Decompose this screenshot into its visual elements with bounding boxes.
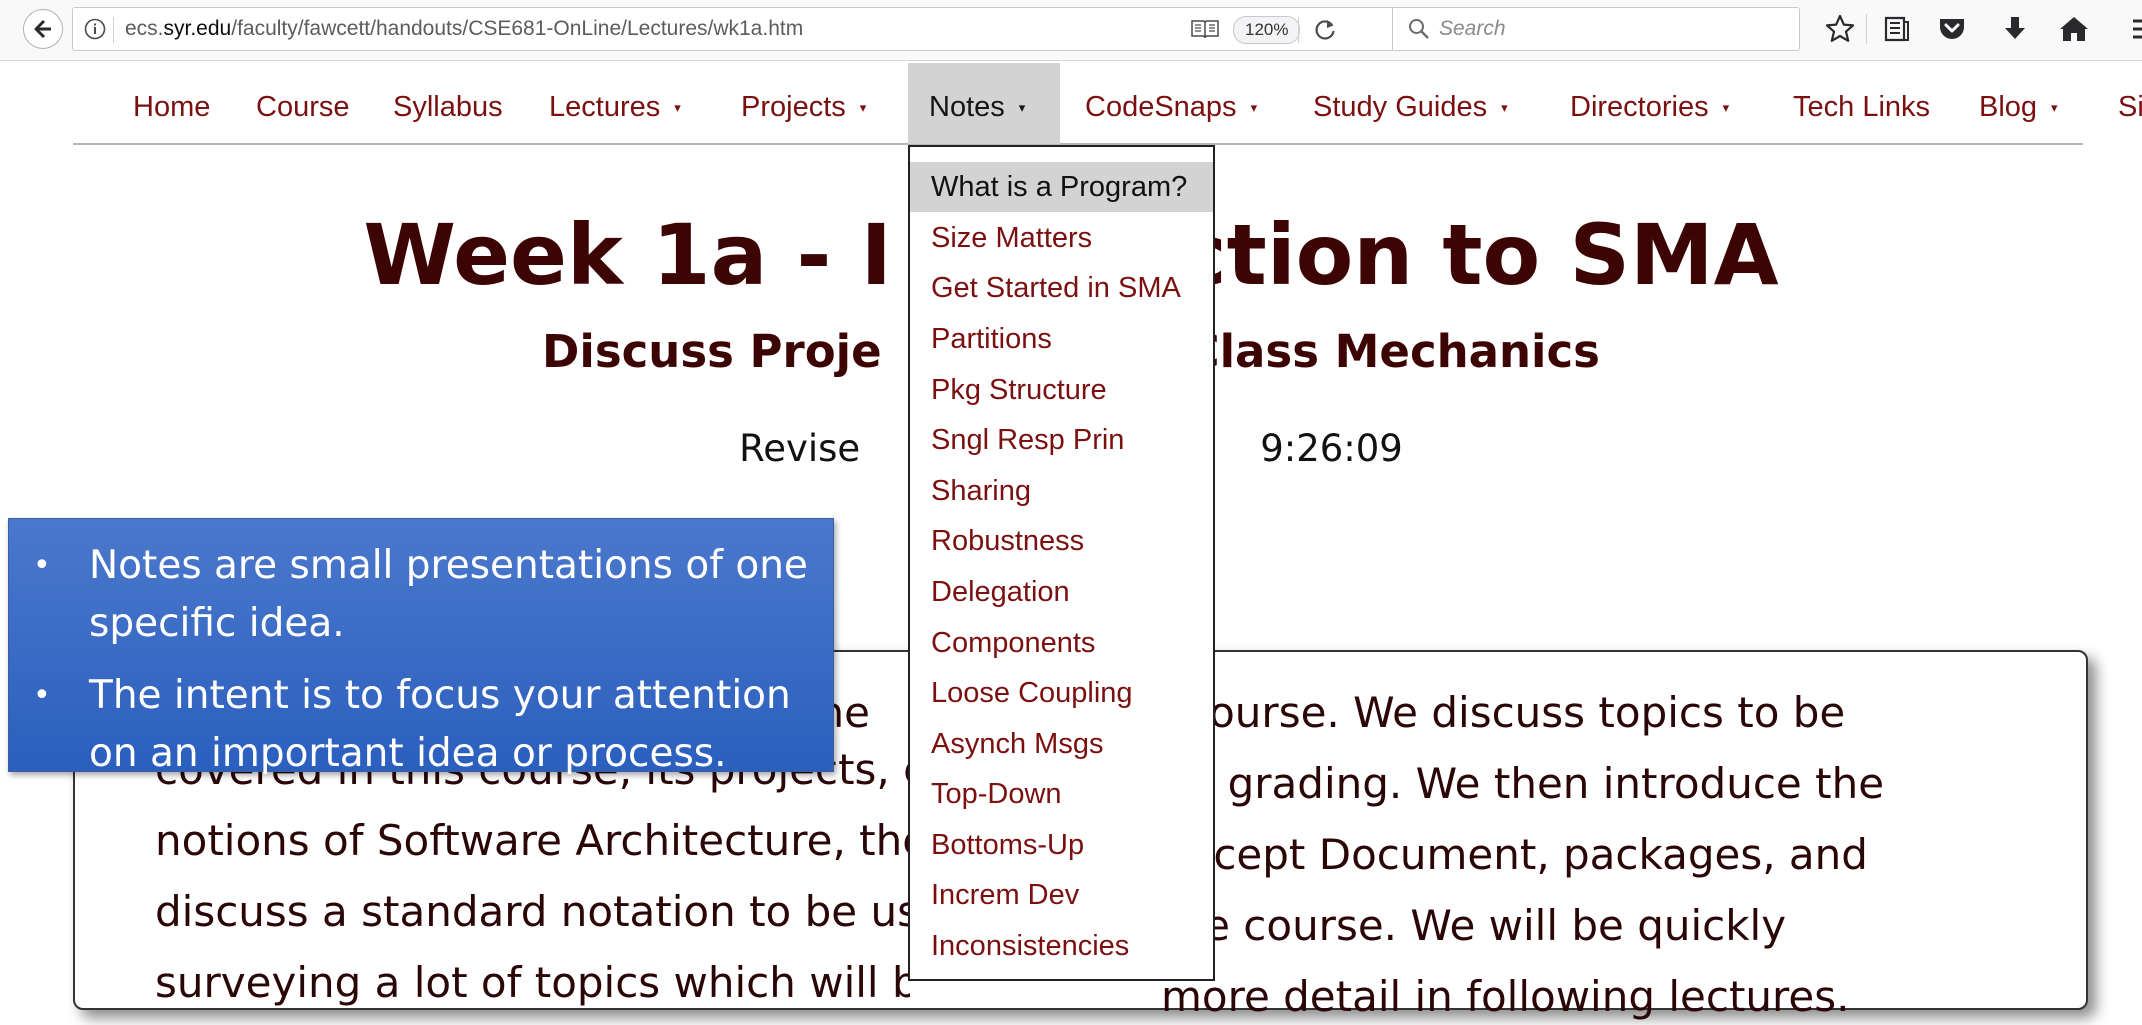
nav-label: Study Guides [1313, 91, 1488, 123]
reading-list-icon[interactable] [1881, 13, 1913, 45]
nav-item-home[interactable]: Home [73, 63, 261, 144]
reload-icon[interactable] [1311, 16, 1339, 44]
intro-line-fragment: notions of Software Architecture, the [155, 816, 910, 865]
nav-item-codesnaps[interactable]: CodeSnaps ▾ [1085, 63, 1265, 144]
nav-label: Home [133, 91, 211, 123]
revised-left: Revise [739, 427, 861, 470]
nav-label: Lectures [549, 91, 661, 123]
nav-item-lectures[interactable]: Lectures ▾ [549, 63, 689, 144]
menu-item-size-matters[interactable]: Size Matters [910, 213, 1213, 263]
nav-item-blog[interactable]: Blog ▾ [1979, 63, 2069, 144]
nav-label: Notes [929, 91, 1005, 123]
address-bar[interactable]: ecs.syr.edu/faculty/fawcett/handouts/CSE… [72, 7, 1800, 51]
url-separator [1298, 17, 1299, 43]
nav-label: Tech Links [1793, 91, 1931, 123]
menu-item-asynch-msgs[interactable]: Asynch Msgs [910, 719, 1213, 769]
intro-line-fragment: the course. We will be quickly [1161, 901, 1787, 950]
caret-down-icon: ▾ [1250, 100, 1258, 115]
notes-callout: • Notes are small presentations of one sp… [8, 518, 834, 776]
menu-item-sngl-resp-prin[interactable]: Sngl Resp Prin [910, 415, 1213, 465]
callout-list: • Notes are small presentations of one sp… [9, 537, 833, 783]
nav-item-projects[interactable]: Projects ▾ [741, 63, 881, 144]
callout-point-text: Notes are small presentations of one spe… [89, 543, 808, 646]
notes-dropdown-menu: What is a Program? Size Matters Get Star… [908, 145, 1215, 981]
intro-line-fragment: surveying a lot of topics which will b [155, 958, 910, 1007]
menu-icon[interactable] [2124, 13, 2142, 45]
revised-right: 9:26:09 [1260, 427, 1403, 470]
caret-down-icon: ▾ [1722, 100, 1730, 115]
menu-item-pkg-structure[interactable]: Pkg Structure [910, 365, 1213, 415]
bullet-icon: • [33, 678, 51, 713]
caret-down-icon: ▾ [1501, 100, 1508, 115]
menu-item-increm-dev[interactable]: Increm Dev [910, 870, 1213, 920]
title-left: Week 1a - I [363, 206, 892, 304]
pocket-icon[interactable] [1936, 13, 1968, 45]
title-right: ction to SMA [1176, 206, 1779, 304]
reader-view-icon[interactable] [1190, 17, 1220, 41]
nav-label: Projects [741, 91, 846, 123]
intro-line-fragment: more detail in following lectures. [1161, 972, 1850, 1021]
site-nav: Home Course Syllabus Lectures ▾ Projects ▾… [73, 63, 2142, 145]
nav-label: Blog [1979, 91, 2038, 123]
intro-line-fragment: oncept Document, packages, and [1161, 830, 1868, 879]
menu-item-get-started-in-sma[interactable]: Get Started in SMA [910, 263, 1213, 313]
url-separator [113, 17, 114, 43]
url-path: /faculty/fawcett/handouts/CSE681-OnLine/… [231, 17, 804, 40]
nav-label: Si [2118, 91, 2142, 123]
menu-item-sharing[interactable]: Sharing [910, 466, 1213, 516]
nav-label: CodeSnaps [1085, 91, 1237, 123]
callout-point-text: The intent is to focus your attention on… [89, 673, 791, 776]
menu-item-robustness[interactable]: Robustness [910, 516, 1213, 566]
menu-item-partitions[interactable]: Partitions [910, 314, 1213, 364]
menu-item-what-is-a-program[interactable]: What is a Program? [910, 162, 1213, 212]
menu-item-loose-coupling[interactable]: Loose Coupling [910, 668, 1213, 718]
caret-down-icon: ▾ [2051, 100, 2058, 115]
nav-item-site-overflow[interactable]: Si [2118, 63, 2142, 144]
caret-down-icon: ▾ [859, 100, 867, 115]
toolbar-separator [1866, 14, 1867, 44]
nav-item-tech-links[interactable]: Tech Links [1793, 63, 1943, 144]
back-arrow-icon [34, 19, 51, 39]
subtitle-right: Class Mechanics [1186, 325, 1600, 378]
menu-item-top-down[interactable]: Top-Down [910, 769, 1213, 819]
nav-item-study-guides[interactable]: Study Guides ▾ [1313, 63, 1513, 144]
caret-down-icon: ▾ [674, 100, 681, 115]
info-icon[interactable] [83, 17, 107, 41]
download-icon[interactable] [1999, 13, 2031, 45]
nav-label: Directories [1570, 91, 1709, 123]
callout-point: • The intent is to focus your attention o… [9, 667, 833, 783]
bullet-icon: • [33, 548, 51, 583]
menu-item-components[interactable]: Components [910, 618, 1213, 668]
menu-item-delegation[interactable]: Delegation [910, 567, 1213, 617]
nav-item-syllabus[interactable]: Syllabus [393, 63, 513, 144]
intro-line-fragment: l course. We discuss topics to be [1161, 688, 1846, 737]
intro-line-fragment: nd grading. We then introduce the [1161, 759, 1885, 808]
intro-line-fragment: discuss a standard notation to be us [155, 887, 910, 936]
menu-item-inconsistencies[interactable]: Inconsistencies [910, 921, 1213, 971]
menu-item-bottoms-up[interactable]: Bottoms-Up [910, 820, 1213, 870]
subtitle-left: Discuss Proje [542, 325, 882, 378]
caret-down-icon: ▾ [1018, 100, 1026, 115]
callout-point: • Notes are small presentations of one sp… [9, 537, 833, 653]
search-placeholder: Search [1439, 17, 1506, 40]
nav-label: Course [256, 91, 350, 123]
nav-label: Syllabus [393, 91, 503, 123]
back-button[interactable] [23, 9, 63, 49]
url-prefix: ecs. [125, 17, 164, 40]
home-icon[interactable] [2058, 13, 2090, 45]
nav-item-course[interactable]: Course [256, 63, 366, 144]
bookmark-star-icon[interactable] [1824, 13, 1856, 45]
url-domain: syr.edu [163, 17, 232, 40]
search-field[interactable]: Search [1392, 8, 1881, 50]
url-text[interactable]: ecs.syr.edu/faculty/fawcett/handouts/CSE… [125, 8, 803, 50]
nav-item-notes[interactable]: Notes ▾ [908, 63, 1060, 144]
browser-toolbar: ecs.syr.edu/faculty/fawcett/handouts/CSE… [0, 0, 2142, 61]
search-icon [1409, 19, 1429, 39]
nav-item-directories[interactable]: Directories ▾ [1570, 63, 1750, 144]
zoom-reset-button[interactable]: 120% [1233, 16, 1301, 44]
